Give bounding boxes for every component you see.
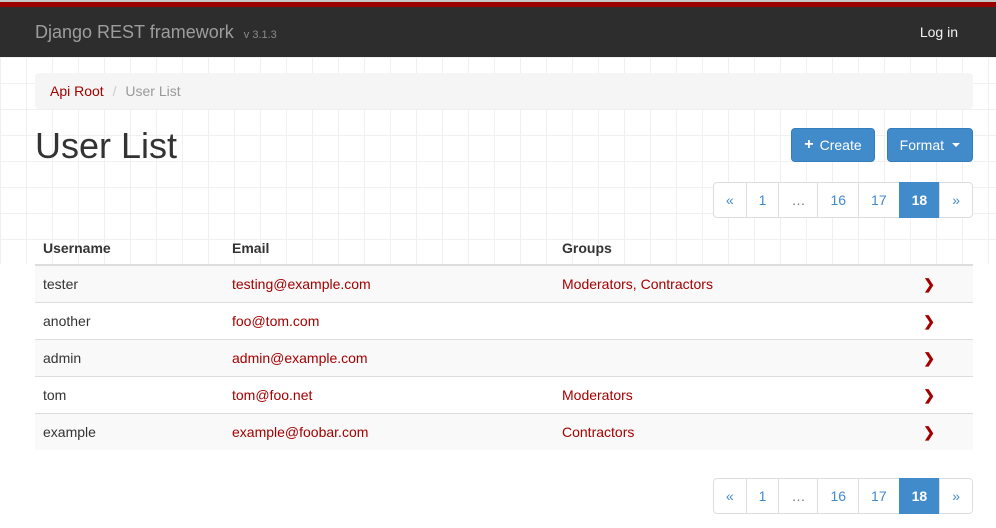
email-link[interactable]: testing@example.com [232,276,371,292]
format-dropdown-button[interactable]: Format [887,128,973,162]
email-link[interactable]: foo@tom.com [232,313,319,329]
cell-detail: ❯ [904,265,973,303]
cell-username: example [35,414,224,451]
page-title: User List [35,126,177,166]
groups-link[interactable]: Moderators, Contractors [562,276,713,292]
column-header-detail [904,233,973,265]
groups-link[interactable]: Contractors [562,424,634,440]
email-link[interactable]: tom@foo.net [232,387,312,403]
chevron-right-icon[interactable]: ❯ [923,424,935,440]
chevron-right-icon[interactable]: ❯ [923,387,935,403]
cell-groups [554,340,904,377]
breadcrumb-api-root[interactable]: Api Root [50,83,104,99]
column-header-groups: Groups [554,233,904,265]
page-item-1[interactable]: 1 [746,478,780,514]
create-button[interactable]: + Create [791,128,874,162]
page-item-1[interactable]: 1 [746,182,780,218]
cell-groups: Moderators, Contractors [554,265,904,303]
cell-email: testing@example.com [224,265,554,303]
pagination-row-bottom: «1…161718» [35,478,973,514]
pagination-bottom: «1…161718» [713,478,973,514]
cell-detail: ❯ [904,340,973,377]
cell-detail: ❯ [904,414,973,451]
page-item-18[interactable]: 18 [899,478,941,514]
brand-title: Django REST framework v 3.1.3 [35,22,277,43]
breadcrumb-separator: / [108,83,122,99]
cell-detail: ❯ [904,377,973,414]
create-button-label: Create [820,135,862,155]
cell-groups: Contractors [554,414,904,451]
format-button-label: Format [900,135,944,155]
page-item-16[interactable]: 16 [817,478,859,514]
plus-icon: + [804,137,813,153]
cell-username: another [35,303,224,340]
table-row: another foo@tom.com ❯ [35,303,973,340]
cell-email: foo@tom.com [224,303,554,340]
page-item-ellipsis: … [778,478,818,514]
table-header-row: UsernameEmailGroups [35,233,973,265]
toolbar: + Create Format [791,128,973,162]
email-link[interactable]: admin@example.com [232,350,368,366]
cell-email: tom@foo.net [224,377,554,414]
groups-link[interactable]: Moderators [562,387,633,403]
main-content: Api Root / User List User List + Create … [35,73,973,514]
cell-email: admin@example.com [224,340,554,377]
column-header-email: Email [224,233,554,265]
user-table: UsernameEmailGroups tester testing@exampl… [35,233,973,450]
table-body: tester testing@example.com Moderators, Con… [35,265,973,450]
title-row: User List + Create Format [35,126,973,166]
cell-email: example@foobar.com [224,414,554,451]
cell-detail: ❯ [904,303,973,340]
page-item-17[interactable]: 17 [858,478,900,514]
cell-username: tester [35,265,224,303]
version-label: v 3.1.3 [244,29,277,41]
table-row: example example@foobar.com Contractors ❯ [35,414,973,451]
page-item-next[interactable]: » [939,182,973,218]
page-item-prev[interactable]: « [713,478,747,514]
cell-username: tom [35,377,224,414]
table-head: UsernameEmailGroups [35,233,973,265]
page-item-ellipsis: … [778,182,818,218]
page-item-prev[interactable]: « [713,182,747,218]
caret-down-icon [952,143,960,147]
brand-name: Django REST framework [35,22,234,42]
cell-groups: Moderators [554,377,904,414]
table-row: admin admin@example.com ❯ [35,340,973,377]
cell-username: admin [35,340,224,377]
page-item-16[interactable]: 16 [817,182,859,218]
pagination-row-top: «1…161718» [35,182,973,218]
cell-groups [554,303,904,340]
pagination-top: «1…161718» [713,182,973,218]
navbar: Django REST framework v 3.1.3 Log in [0,7,996,57]
breadcrumb: Api Root / User List [35,73,973,109]
login-link[interactable]: Log in [920,24,958,40]
column-header-username: Username [35,233,224,265]
breadcrumb-current: User List [125,83,180,99]
chevron-right-icon[interactable]: ❯ [923,276,935,292]
page-item-17[interactable]: 17 [858,182,900,218]
table-row: tom tom@foo.net Moderators ❯ [35,377,973,414]
page-item-18[interactable]: 18 [899,182,941,218]
email-link[interactable]: example@foobar.com [232,424,368,440]
table-row: tester testing@example.com Moderators, Con… [35,265,973,303]
page-item-next[interactable]: » [939,478,973,514]
chevron-right-icon[interactable]: ❯ [923,350,935,366]
chevron-right-icon[interactable]: ❯ [923,313,935,329]
